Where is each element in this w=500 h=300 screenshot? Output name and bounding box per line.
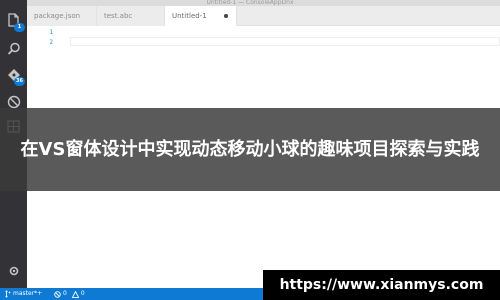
line-number-gutter: 1 2 (27, 28, 55, 48)
tab-test-abc[interactable]: test.abc (97, 6, 165, 26)
error-count: 0 (63, 290, 67, 297)
tab-package-json[interactable]: package.json (27, 6, 97, 26)
warning-icon (71, 290, 79, 298)
git-badge: 36 (14, 77, 25, 86)
watermark-url: https://www.xianmys.com (263, 270, 500, 300)
warning-count: 0 (80, 290, 85, 297)
tab-untitled-1[interactable]: Untitled-1 (165, 6, 237, 26)
settings-button[interactable] (5, 262, 22, 279)
branch-icon (5, 290, 11, 298)
tab-bar: package.json test.abc Untitled-1 (27, 6, 500, 26)
explorer-button[interactable]: 1 (5, 12, 25, 32)
search-button[interactable] (5, 40, 22, 57)
branch-indicator[interactable]: master*+ (5, 288, 42, 300)
current-line-highlight (70, 37, 500, 46)
tab-label: test.abc (104, 12, 133, 20)
tab-label: package.json (34, 12, 81, 20)
gear-icon (9, 266, 18, 275)
unsaved-dot-icon[interactable] (224, 14, 228, 18)
tab-label: Untitled-1 (172, 12, 207, 20)
search-icon (7, 42, 20, 55)
explorer-badge: 1 (14, 23, 25, 32)
problems-indicator[interactable]: 0 0 (54, 288, 85, 300)
branch-label: master*+ (13, 290, 43, 297)
error-icon (54, 290, 61, 298)
title-overlay: 在VS窗体设计中实现动态移动小球的趣味项目探索与实践 (0, 108, 500, 191)
debug-icon (7, 95, 20, 108)
git-button[interactable]: 36 (5, 66, 25, 86)
overlay-title: 在VS窗体设计中实现动态移动小球的趣味项目探索与实践 (20, 139, 480, 160)
line-number: 2 (49, 39, 53, 46)
line-number: 1 (49, 29, 53, 36)
